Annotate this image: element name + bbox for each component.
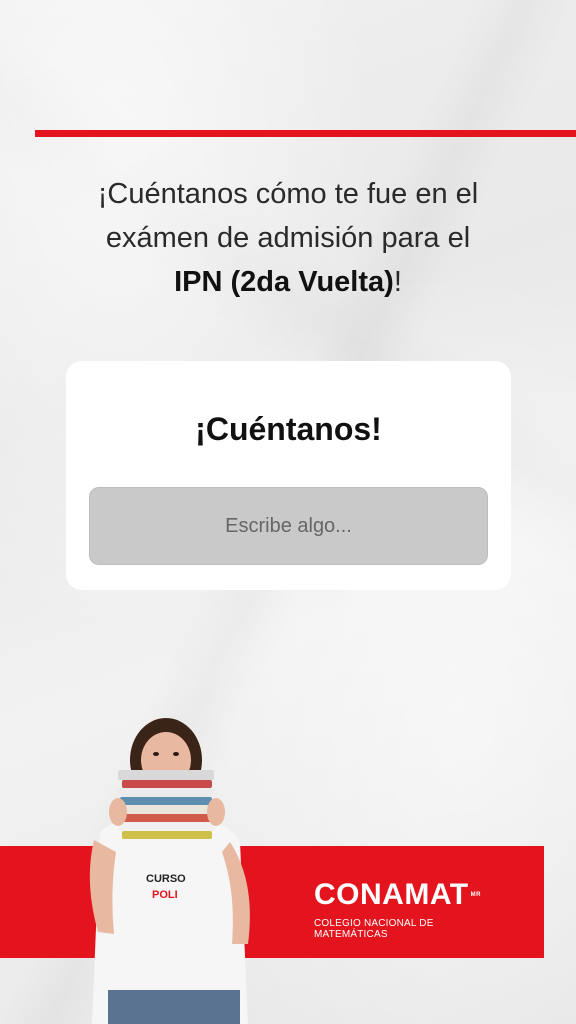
red-accent-line (35, 130, 576, 137)
shirt-print-poli: POLI (152, 889, 178, 901)
answer-input-placeholder: Escribe algo... (225, 514, 352, 537)
question-card: ¡Cuéntanos! Escribe algo... (66, 361, 511, 590)
card-title: ¡Cuéntanos! (195, 411, 382, 447)
answer-input[interactable]: Escribe algo... (89, 487, 488, 565)
headline-bold: IPN (2da Vuelta) (174, 266, 394, 298)
shirt-print-curso: CURSO (146, 873, 186, 885)
logo-tagline: COLEGIO NACIONAL DE MATEMÁTICAS (314, 918, 434, 940)
student-with-books-image: CURSO POLI (89, 718, 250, 1024)
headline-suffix: ! (393, 266, 402, 298)
headline: ¡Cuéntanos cómo te fue en el exámen de a… (40, 172, 536, 304)
conamat-logo: CONAMAT MR COLEGIO NACIONAL DE MATEMÁTICA… (314, 878, 504, 940)
logo-registered-mark: MR (470, 892, 481, 898)
logo-wordmark: CONAMAT (314, 878, 469, 911)
headline-line1: ¡Cuéntanos cómo te fue en el (97, 178, 479, 210)
headline-line2: exámen de admisión para el (105, 222, 471, 254)
